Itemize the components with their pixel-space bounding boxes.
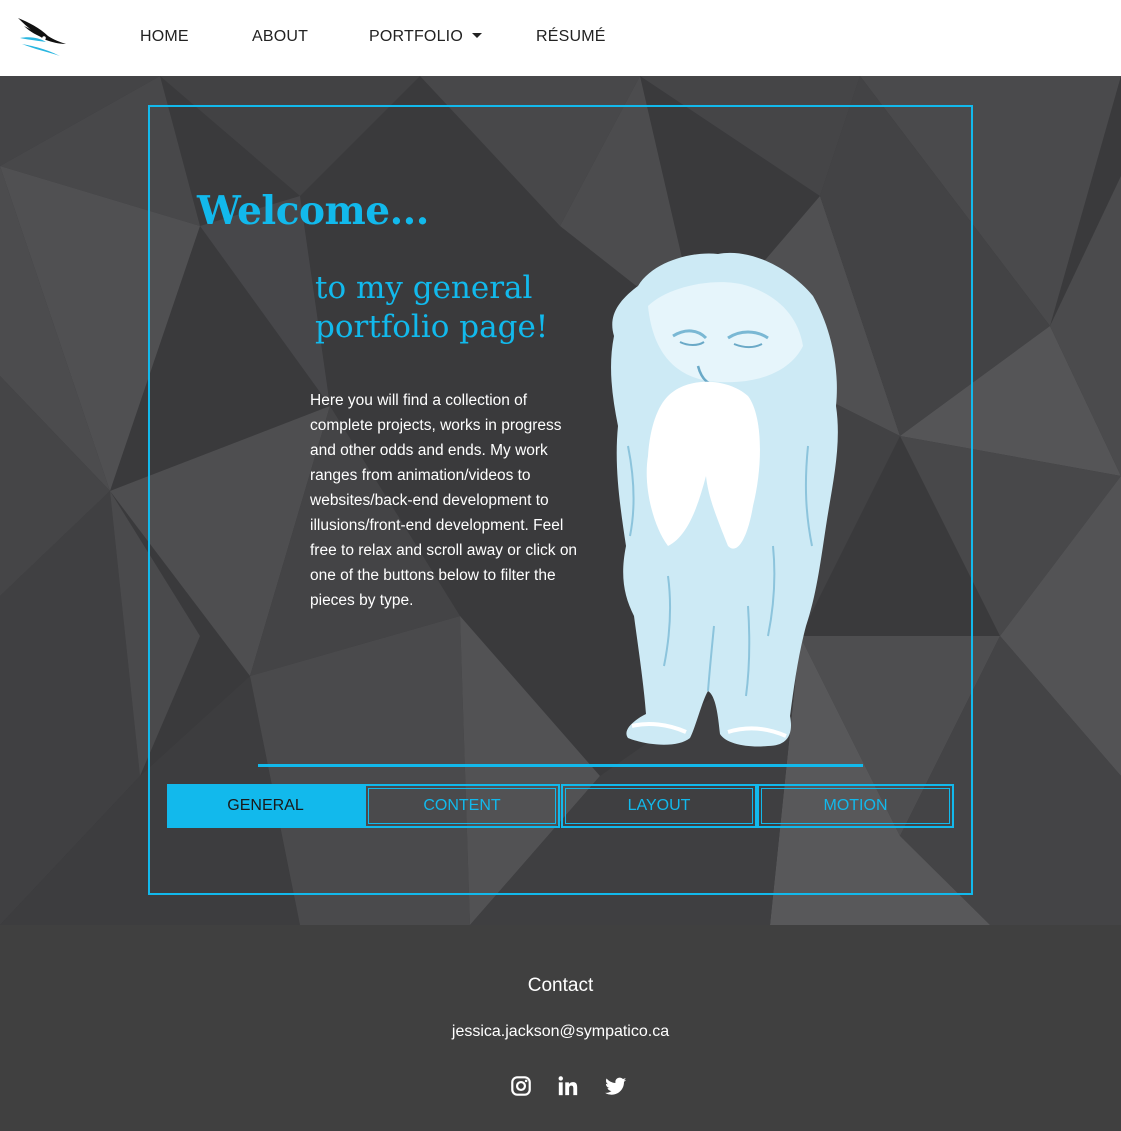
footer: Contact jessica.jackson@sympatico.ca xyxy=(0,925,1121,1131)
welcome-heading: Welcome... xyxy=(197,188,429,234)
nav-portfolio-label: PORTFOLIO xyxy=(369,28,463,45)
hero-section: Welcome... to my general portfolio page!… xyxy=(0,76,1121,925)
yeti-illustration xyxy=(611,252,838,747)
section-divider xyxy=(258,764,863,767)
navbar: HOME ABOUT PORTFOLIO RÉSUMÉ xyxy=(0,0,1121,76)
intro-paragraph: Here you will find a collection of compl… xyxy=(310,392,578,609)
caret-down-icon xyxy=(471,33,482,38)
contact-title: Contact xyxy=(527,975,594,996)
filter-layout-button[interactable]: LAYOUT xyxy=(561,784,757,828)
filter-content-button[interactable]: CONTENT xyxy=(364,784,560,828)
instagram-icon[interactable] xyxy=(510,1075,532,1097)
nav-about[interactable]: ABOUT xyxy=(252,28,308,46)
linkedin-icon[interactable] xyxy=(557,1075,579,1097)
filter-motion-button[interactable]: MOTION xyxy=(757,784,954,828)
contact-email-link[interactable]: jessica.jackson@sympatico.ca xyxy=(0,1023,1121,1041)
welcome-subtitle: to my general portfolio page! xyxy=(315,270,549,345)
nav-home[interactable]: HOME xyxy=(140,28,189,46)
filter-general-button[interactable]: GENERAL xyxy=(167,784,364,828)
bird-logo-icon[interactable] xyxy=(14,14,68,60)
twitter-icon[interactable] xyxy=(605,1075,627,1097)
nav-resume[interactable]: RÉSUMÉ xyxy=(536,28,606,46)
nav-portfolio[interactable]: PORTFOLIO xyxy=(369,28,482,46)
